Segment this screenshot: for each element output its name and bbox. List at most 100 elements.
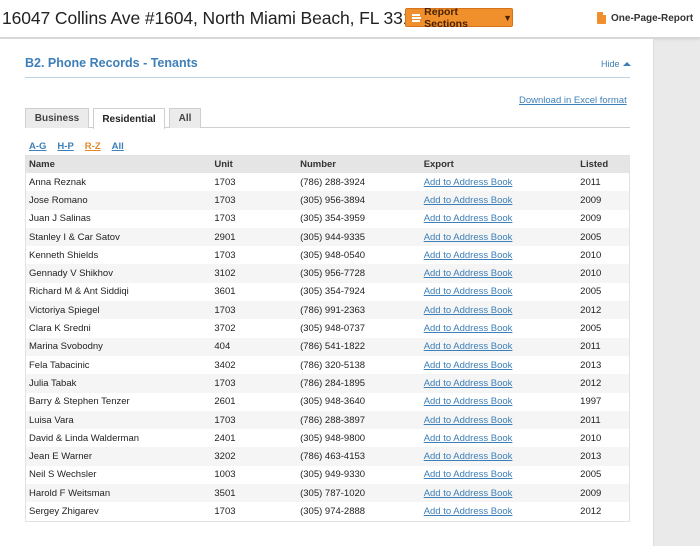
tenant-unit: 1003 <box>214 469 236 481</box>
tenant-phone: (305) 948-9800 <box>300 432 366 444</box>
tenant-phone: (305) 948-0540 <box>300 249 366 261</box>
tenant-unit: 3702 <box>214 323 236 335</box>
download-excel-link[interactable]: Download in Excel format <box>519 95 627 106</box>
tenant-phone: (786) 288-3924 <box>300 176 366 188</box>
export-cell: Add to Address Book <box>424 469 580 480</box>
tenant-phone: (305) 956-3894 <box>300 194 366 206</box>
filter-a-g[interactable]: A-G <box>29 141 46 152</box>
add-to-address-book-link[interactable]: Add to Address Book <box>424 195 513 206</box>
tenant-name: Jose Romano <box>29 194 88 206</box>
listed-year: 2010 <box>580 432 602 444</box>
tenant-name: David & Linda Walderman <box>29 432 140 444</box>
tenant-name: Stanley I & Car Satov <box>29 231 120 243</box>
export-cell: Add to Address Book <box>424 488 580 499</box>
tenant-unit: 1703 <box>214 377 236 389</box>
add-to-address-book-link[interactable]: Add to Address Book <box>424 469 513 480</box>
one-page-report-label: One-Page-Report <box>611 12 694 24</box>
listed-year: 2011 <box>580 414 601 426</box>
section-divider <box>25 77 630 78</box>
tenant-phone: (786) 463-4153 <box>300 451 366 463</box>
add-to-address-book-link[interactable]: Add to Address Book <box>424 232 513 243</box>
tenant-unit: 1703 <box>214 414 236 426</box>
export-cell: Add to Address Book <box>424 195 580 206</box>
section-title: B2. Phone Records - Tenants <box>25 56 198 70</box>
export-cell: Add to Address Book <box>424 323 580 334</box>
add-to-address-book-link[interactable]: Add to Address Book <box>424 415 513 426</box>
tenant-name: Jean E Warner <box>29 451 93 463</box>
tenant-phone: (305) 948-3640 <box>300 396 366 408</box>
export-cell: Add to Address Book <box>424 232 580 243</box>
listed-year: 2012 <box>580 505 602 517</box>
add-to-address-book-link[interactable]: Add to Address Book <box>424 433 513 444</box>
tenant-phone: (305) 944-9335 <box>300 231 366 243</box>
letter-filter: A-G H-P R-Z All <box>29 141 135 152</box>
add-to-address-book-link[interactable]: Add to Address Book <box>424 286 513 297</box>
tab-business[interactable]: Business <box>25 108 89 128</box>
report-sections-button[interactable]: Report Sections ▼ <box>405 6 513 30</box>
add-to-address-book-link[interactable]: Add to Address Book <box>424 506 513 517</box>
column-export: Export <box>423 159 454 170</box>
filter-r-z[interactable]: R-Z <box>85 141 101 152</box>
table-row: Jean E Warner 3202 (786) 463-4153 Add to Ad… <box>26 447 629 466</box>
top-bar: 16047 Collins Ave #1604, North Miami Bea… <box>0 0 700 38</box>
tenant-name: Julia Tabak <box>29 377 77 389</box>
tenant-name: Harold F Weitsman <box>29 487 111 499</box>
table-row: Richard M & Ant Siddiqi 3601 (305) 354-792… <box>26 283 629 301</box>
add-to-address-book-link[interactable]: Add to Address Book <box>424 213 513 224</box>
add-to-address-book-link[interactable]: Add to Address Book <box>424 451 513 462</box>
table-body: Anna Reznak 1703 (786) 288-3924 Add to Addr… <box>26 173 629 521</box>
export-cell: Add to Address Book <box>424 341 580 352</box>
filter-all[interactable]: All <box>112 141 124 152</box>
tenant-unit: 2601 <box>214 396 236 408</box>
tenant-name: Gennady V Shikhov <box>29 268 113 280</box>
export-cell: Add to Address Book <box>424 286 580 297</box>
tenant-phone: (305) 974-2888 <box>300 505 366 517</box>
tenant-phone: (305) 354-3959 <box>300 213 366 225</box>
listed-year: 2013 <box>580 451 602 463</box>
export-cell: Add to Address Book <box>424 213 580 224</box>
table-row: Neil S Wechsler 1003 (305) 949-9330 Add to … <box>26 466 629 484</box>
hide-toggle[interactable]: Hide <box>601 59 631 69</box>
add-to-address-book-link[interactable]: Add to Address Book <box>424 341 513 352</box>
tenant-unit: 1703 <box>214 304 236 316</box>
export-cell: Add to Address Book <box>424 250 580 261</box>
add-to-address-book-link[interactable]: Add to Address Book <box>424 360 513 371</box>
export-cell: Add to Address Book <box>424 415 580 426</box>
table-row: David & Linda Walderman 2401 (305) 948-980… <box>26 429 629 447</box>
one-page-report-link[interactable]: One-Page-Report <box>597 12 693 24</box>
listed-year: 2009 <box>580 194 602 206</box>
tenant-phone: (305) 948-0737 <box>300 323 366 335</box>
table-row: Jose Romano 1703 (305) 956-3894 Add to Addr… <box>26 191 629 210</box>
export-cell: Add to Address Book <box>424 378 580 389</box>
add-to-address-book-link[interactable]: Add to Address Book <box>424 250 513 261</box>
listed-year: 2005 <box>580 323 602 335</box>
add-to-address-book-link[interactable]: Add to Address Book <box>424 323 513 334</box>
add-to-address-book-link[interactable]: Add to Address Book <box>424 396 513 407</box>
tenant-phone: (786) 991-2363 <box>300 304 366 316</box>
hide-label: Hide <box>601 59 620 69</box>
triangle-up-icon <box>622 62 631 66</box>
tenant-name: Marina Svobodny <box>29 341 103 353</box>
export-cell: Add to Address Book <box>424 177 580 188</box>
listed-year: 2012 <box>580 377 602 389</box>
tenant-name: Anna Reznak <box>29 176 87 188</box>
tenant-name: Kenneth Shields <box>29 249 99 261</box>
tab-residential[interactable]: Residential <box>93 108 165 129</box>
add-to-address-book-link[interactable]: Add to Address Book <box>424 177 513 188</box>
add-to-address-book-link[interactable]: Add to Address Book <box>424 378 513 389</box>
tenant-phone: (305) 787-1020 <box>300 487 366 499</box>
table-row: Sergey Zhigarev 1703 (305) 974-2888 Add to … <box>26 502 629 520</box>
tenant-unit: 3501 <box>214 487 236 499</box>
tenant-phone: (786) 288-3897 <box>300 414 366 426</box>
tenant-unit: 1703 <box>214 194 236 206</box>
add-to-address-book-link[interactable]: Add to Address Book <box>424 305 513 316</box>
add-to-address-book-link[interactable]: Add to Address Book <box>424 268 513 279</box>
tab-all[interactable]: All <box>169 108 201 128</box>
listed-year: 2011 <box>580 176 601 188</box>
table-row: Marina Svobodny 404 (786) 541-1822 Add to A… <box>26 337 629 356</box>
add-to-address-book-link[interactable]: Add to Address Book <box>424 488 513 499</box>
filter-h-p[interactable]: H-P <box>57 141 73 152</box>
content-panel: B2. Phone Records - Tenants Hide Downloa… <box>0 39 654 546</box>
listed-year: 1997 <box>580 396 602 408</box>
listed-year: 2013 <box>580 359 602 371</box>
